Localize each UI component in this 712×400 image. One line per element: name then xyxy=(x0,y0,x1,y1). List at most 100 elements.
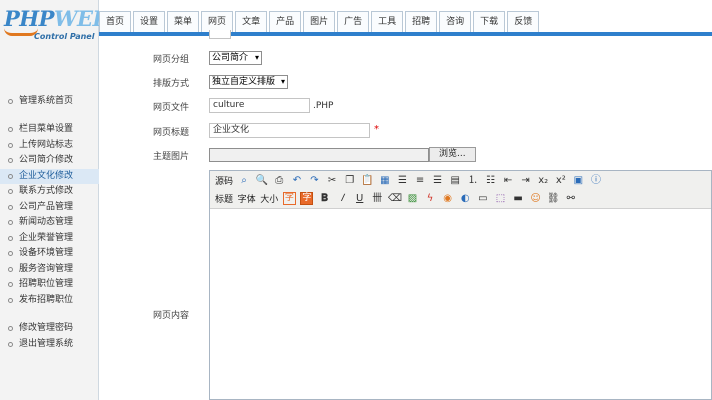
sidebar-item-company-intro[interactable]: 公司简介修改 xyxy=(0,153,99,169)
required-mark: * xyxy=(374,124,379,135)
paste-icon[interactable]: 📋 xyxy=(360,173,375,188)
sidebar-item-home[interactable]: 管理系统首页 xyxy=(0,94,99,110)
font-size-button[interactable]: 大小 xyxy=(259,191,279,206)
sidebar-item-label: 发布招聘职位 xyxy=(19,294,74,305)
ordered-list-icon[interactable]: ⒈ xyxy=(465,173,480,188)
sidebar-item-menu-settings[interactable]: 栏目菜单设置 xyxy=(0,122,99,138)
tab-home[interactable]: 首页 xyxy=(99,11,132,32)
tab-images[interactable]: 图片 xyxy=(303,11,336,32)
align-right-icon[interactable]: ☰ xyxy=(430,173,445,188)
logo-brand: PHPWEB xyxy=(4,6,110,31)
align-justify-icon[interactable]: ▤ xyxy=(448,173,463,188)
main-content: 网页分组 公司简介 ▾ 排版方式 独立自定义排版 ▾ 网页文件 culture … xyxy=(100,30,712,400)
bullet-icon xyxy=(8,99,13,104)
tab-inquiry[interactable]: 咨询 xyxy=(439,11,472,32)
sidebar-item-label: 企业荣誉管理 xyxy=(19,232,74,243)
sidebar-item-jobs-manage[interactable]: 招聘职位管理 xyxy=(0,277,99,293)
sidebar-item-jobs-post[interactable]: 发布招聘职位 xyxy=(0,293,99,309)
bullet-icon xyxy=(8,127,13,132)
sidebar-item-label: 修改管理密码 xyxy=(19,323,74,333)
sidebar-item-contact[interactable]: 联系方式修改 xyxy=(0,184,99,200)
tab-tools[interactable]: 工具 xyxy=(371,11,404,32)
tab-articles[interactable]: 文章 xyxy=(235,11,268,32)
tab-products[interactable]: 产品 xyxy=(269,11,302,32)
smiley-icon[interactable]: ☺ xyxy=(528,191,543,206)
table-icon[interactable]: ▭ xyxy=(475,191,490,206)
nav-tabs: 首页 设置 菜单 网页 文章 产品 图片 广告 工具 招聘 咨询 下载 反馈 xyxy=(99,11,541,32)
print-icon[interactable]: ⎙ xyxy=(272,173,287,188)
copy-icon[interactable]: ❐ xyxy=(342,173,357,188)
redo-icon[interactable]: ↷ xyxy=(307,173,322,188)
bullet-icon xyxy=(8,251,13,256)
source-button[interactable]: 源码 xyxy=(214,173,234,188)
tab-pages[interactable]: 网页 xyxy=(201,11,234,32)
group-label: 网页分组 xyxy=(153,55,190,65)
cut-icon[interactable]: ✂ xyxy=(325,173,340,188)
sidebar-item-products[interactable]: 公司产品管理 xyxy=(0,200,99,216)
undo-icon[interactable]: ↶ xyxy=(289,173,304,188)
file-extension: .PHP xyxy=(313,101,334,111)
bold-icon[interactable]: 𝐁 xyxy=(317,191,332,206)
sidebar-item-label: 公司产品管理 xyxy=(19,201,74,212)
align-left-icon[interactable]: ☰ xyxy=(395,173,410,188)
bullet-icon xyxy=(8,204,13,210)
about-icon[interactable]: ⓘ xyxy=(588,173,603,188)
sidebar-item-honors[interactable]: 企业荣誉管理 xyxy=(0,231,99,247)
bullet-icon xyxy=(8,282,13,287)
sidebar-item-change-password[interactable]: 修改管理密码 xyxy=(0,321,99,337)
sidebar-item-equipment[interactable]: 设备环境管理 xyxy=(0,246,99,262)
subscript-icon[interactable]: x₂ xyxy=(536,173,551,188)
unordered-list-icon[interactable]: ☷ xyxy=(483,173,498,188)
text-color-icon[interactable]: 字 xyxy=(282,191,297,206)
flash-icon[interactable]: ϟ xyxy=(423,191,438,206)
sidebar-item-logout[interactable]: 退出管理系统 xyxy=(0,337,99,353)
tab-downloads[interactable]: 下载 xyxy=(473,11,506,32)
browse-button[interactable]: 浏览... xyxy=(429,147,476,162)
title-label: 网页标题 xyxy=(153,128,190,138)
underline-icon[interactable]: U xyxy=(352,191,367,206)
indent-icon[interactable]: ⇥ xyxy=(518,173,533,188)
find-icon[interactable]: 🔍 xyxy=(254,173,269,188)
top-nav: 首页 设置 菜单 网页 文章 产品 图片 广告 工具 招聘 咨询 下载 反馈 xyxy=(99,0,712,36)
select-all-icon[interactable]: ▣ xyxy=(571,173,586,188)
group-select[interactable]: 公司简介 ▾ xyxy=(209,51,262,65)
font-button[interactable]: 字体 xyxy=(237,191,257,206)
tab-ads[interactable]: 广告 xyxy=(337,11,370,32)
emoticon-icon[interactable]: ◐ xyxy=(458,191,473,206)
tab-settings[interactable]: 设置 xyxy=(133,11,166,32)
remove-format-icon[interactable]: ⌫ xyxy=(387,191,402,206)
preview-icon[interactable]: ⌕ xyxy=(237,173,252,188)
image-file-input[interactable] xyxy=(209,148,429,162)
superscript-icon[interactable]: x² xyxy=(553,173,568,188)
italic-icon[interactable]: 𝐼 xyxy=(335,191,350,206)
editor-content-area[interactable] xyxy=(210,209,711,399)
sidebar-item-culture[interactable]: 企业文化修改 xyxy=(0,168,99,184)
layout-select[interactable]: 独立自定义排版 ▾ xyxy=(209,75,288,89)
strikethrough-icon[interactable]: 卌 xyxy=(370,191,385,206)
sidebar-item-news[interactable]: 新闻动态管理 xyxy=(0,215,99,231)
sidebar-group-home: 管理系统首页 xyxy=(0,94,99,110)
sidebar-group-account: 修改管理密码 退出管理系统 xyxy=(0,321,99,352)
sidebar-item-service[interactable]: 服务咨询管理 xyxy=(0,262,99,278)
clipped-input[interactable] xyxy=(209,30,231,39)
heading-button[interactable]: 标题 xyxy=(214,191,234,206)
align-center-icon[interactable]: ≡ xyxy=(413,173,428,188)
sidebar-item-upload-logo[interactable]: 上传网站标志 xyxy=(0,138,99,154)
file-input[interactable]: culture xyxy=(209,98,310,113)
background-color-icon[interactable]: 字 xyxy=(299,191,314,206)
file-label: 网页文件 xyxy=(153,103,190,113)
bullet-icon xyxy=(8,189,13,194)
layer-icon[interactable]: ⬚ xyxy=(493,191,508,206)
image-icon[interactable]: ▨ xyxy=(405,191,420,206)
bullet-icon xyxy=(8,142,13,148)
unlink-icon[interactable]: ⚯ xyxy=(563,191,578,206)
paste-plain-icon[interactable]: ▦ xyxy=(377,173,392,188)
tab-jobs[interactable]: 招聘 xyxy=(405,11,438,32)
title-input[interactable]: 企业文化 xyxy=(209,123,370,138)
hr-icon[interactable]: ▬ xyxy=(511,191,526,206)
tab-menu[interactable]: 菜单 xyxy=(167,11,200,32)
tab-feedback[interactable]: 反馈 xyxy=(507,11,540,32)
media-icon[interactable]: ◉ xyxy=(440,191,455,206)
outdent-icon[interactable]: ⇤ xyxy=(501,173,516,188)
link-icon[interactable]: ⛓ xyxy=(546,191,561,206)
